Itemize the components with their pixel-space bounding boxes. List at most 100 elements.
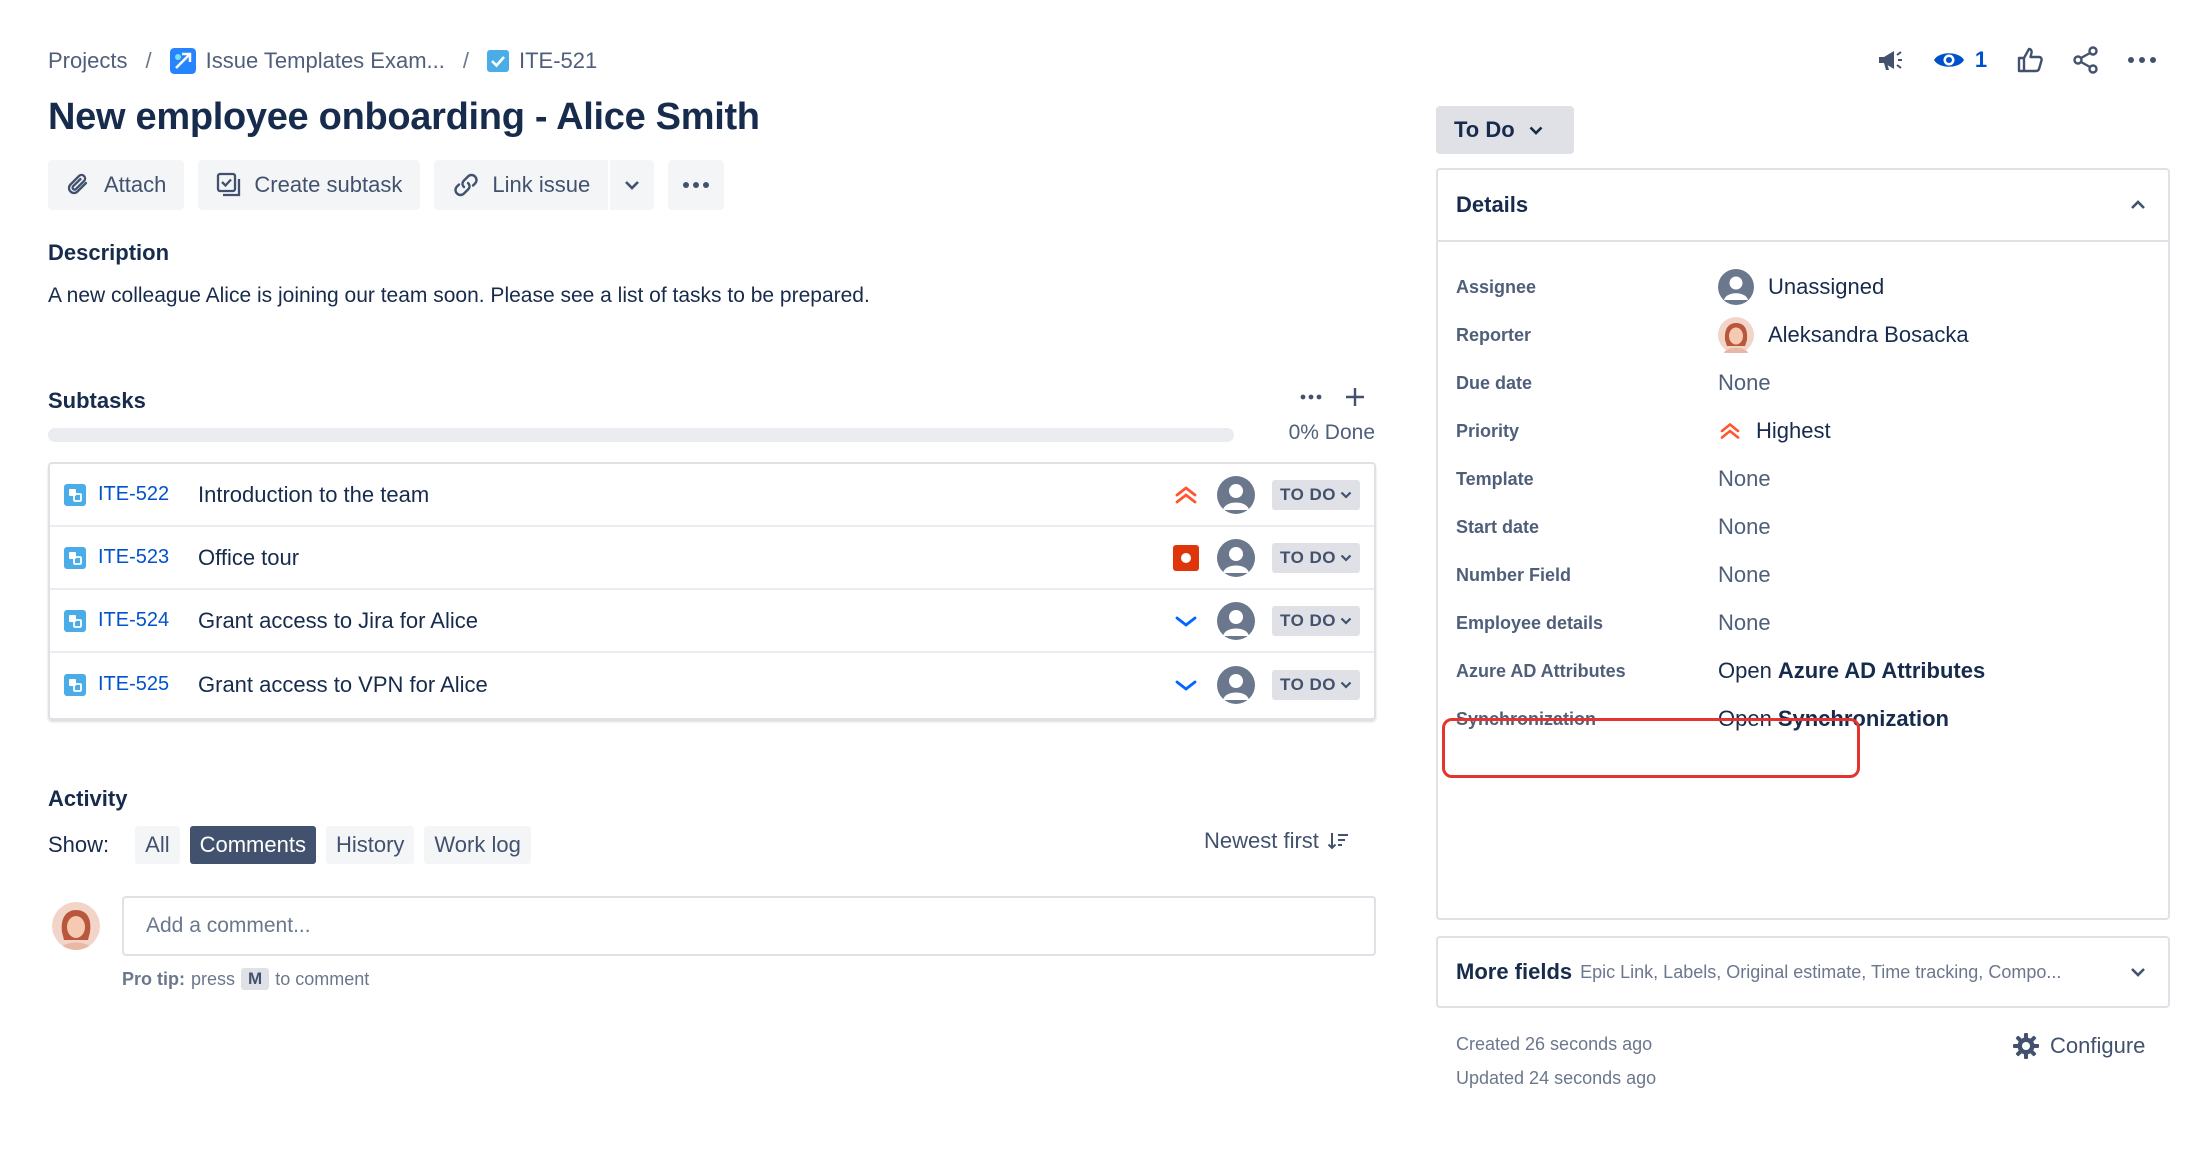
field-label: Start date — [1456, 516, 1540, 537]
number-field-value[interactable]: None — [1718, 562, 1771, 588]
status-label: TO DO — [1280, 610, 1337, 630]
subtask-status[interactable]: TO DO — [1272, 542, 1361, 573]
breadcrumb-separator: / — [145, 48, 152, 73]
feedback-button[interactable] — [1862, 40, 1918, 80]
subtask-row[interactable]: ITE-525 Grant access to VPN for Alice TO… — [50, 653, 1374, 716]
subtask-icon — [216, 172, 242, 198]
subtask-summary[interactable]: Office tour — [198, 545, 299, 571]
more-actions-button[interactable] — [2114, 40, 2170, 80]
assignee-value[interactable]: Unassigned — [1718, 269, 1884, 305]
subtask-summary[interactable]: Grant access to Jira for Alice — [198, 608, 478, 634]
issue-title[interactable]: New employee onboarding - Alice Smith — [48, 96, 760, 139]
activity-heading: Activity — [48, 786, 128, 811]
link-icon — [452, 171, 480, 199]
toolbar-more-button[interactable] — [668, 160, 725, 210]
filter-history[interactable]: History — [325, 826, 415, 864]
priority-value[interactable]: Highest — [1718, 418, 1831, 444]
status-label: TO DO — [1280, 547, 1337, 567]
due-date-value[interactable]: None — [1718, 370, 1771, 396]
chevron-down-icon — [1340, 681, 1352, 689]
pro-tip-key: M — [241, 968, 270, 990]
breadcrumb-project[interactable]: Issue Templates Exam... — [169, 48, 445, 74]
thumbs-up-icon — [2016, 46, 2044, 74]
create-subtask-button[interactable]: Create subtask — [198, 160, 421, 210]
subtask-row[interactable]: ITE-523 Office tour TO DO — [50, 527, 1374, 590]
vote-button[interactable] — [2002, 40, 2058, 80]
field-label: Employee details — [1456, 612, 1604, 633]
watch-button[interactable]: 1 — [1918, 40, 2002, 80]
share-icon — [2072, 46, 2100, 74]
breadcrumb-projects[interactable]: Projects — [48, 48, 127, 74]
subtask-key[interactable]: ITE-522 — [98, 483, 169, 506]
more-fields-panel[interactable]: More fields Epic Link, Labels, Original … — [1436, 936, 2170, 1008]
subtask-row[interactable]: ITE-522 Introduction to the team TO DO — [50, 464, 1374, 527]
blocker-priority-icon — [1172, 544, 1200, 572]
subtask-summary[interactable]: Introduction to the team — [198, 482, 429, 508]
filter-all[interactable]: All — [135, 826, 180, 864]
sort-label: Newest first — [1204, 828, 1319, 853]
created-timestamp: Created 26 seconds ago — [1456, 1034, 1653, 1054]
updated-timestamp: Updated 24 seconds ago — [1456, 1068, 1657, 1088]
subtask-status[interactable]: TO DO — [1272, 479, 1361, 510]
chevron-up-icon[interactable] — [2130, 200, 2146, 210]
subtask-key[interactable]: ITE-525 — [98, 673, 169, 696]
breadcrumb: Projects / Issue Templates Exam... / ITE… — [48, 44, 597, 78]
link-issue-split: Link issue — [434, 160, 655, 210]
configure-button[interactable]: Configure — [2012, 1032, 2145, 1060]
filter-comments[interactable]: Comments — [189, 826, 316, 864]
pro-tip-press: press — [191, 968, 236, 989]
issue-actions: 1 — [1862, 40, 2170, 80]
start-date-value[interactable]: None — [1718, 514, 1771, 540]
subtask-type-icon — [64, 546, 86, 569]
filter-work-log[interactable]: Work log — [424, 826, 531, 864]
link-issue-dropdown[interactable] — [608, 160, 655, 210]
pro-tip: Pro tip: press M to comment — [122, 968, 369, 990]
watchers-count: 1 — [1974, 47, 1988, 72]
description-text[interactable]: A new colleague Alice is joining our tea… — [48, 284, 870, 308]
subtasks-heading: Subtasks — [48, 388, 146, 413]
megaphone-icon — [1875, 45, 1905, 75]
breadcrumb-project-label: Issue Templates Exam... — [205, 48, 445, 73]
assignee-avatar[interactable] — [1217, 665, 1255, 704]
unassigned-avatar-icon — [1718, 269, 1754, 305]
priority-name: Highest — [1756, 418, 1831, 443]
reporter-name: Aleksandra Bosacka — [1768, 322, 1969, 347]
template-value[interactable]: None — [1718, 466, 1771, 492]
details-heading: Details — [1456, 192, 1529, 217]
pro-tip-suffix: to comment — [275, 968, 370, 989]
chevron-down-icon — [2130, 967, 2146, 977]
subtask-summary[interactable]: Grant access to VPN for Alice — [198, 672, 488, 698]
sort-order-button[interactable]: Newest first — [1204, 828, 1349, 854]
assignee-avatar[interactable] — [1217, 538, 1255, 577]
azure-ad-link[interactable]: Open Azure AD Attributes — [1718, 658, 1985, 684]
more-horizontal-icon — [2127, 56, 2157, 64]
subtask-status[interactable]: TO DO — [1272, 669, 1361, 700]
details-header[interactable]: Details — [1438, 170, 2168, 242]
project-icon — [169, 48, 196, 74]
assignee-avatar[interactable] — [1217, 601, 1255, 640]
highest-priority-icon — [1718, 421, 1742, 441]
subtask-key[interactable]: ITE-524 — [98, 609, 169, 632]
configure-label: Configure — [2050, 1033, 2146, 1058]
subtask-key[interactable]: ITE-523 — [98, 546, 169, 569]
subtask-status[interactable]: TO DO — [1272, 605, 1361, 636]
chevron-down-icon — [1340, 554, 1352, 562]
link-issue-button[interactable]: Link issue — [434, 160, 609, 210]
status-transition-button[interactable]: To Do — [1436, 106, 1574, 154]
chevron-down-icon — [1340, 491, 1352, 499]
assignee-avatar[interactable] — [1217, 475, 1255, 514]
comment-input[interactable]: Add a comment... — [122, 896, 1376, 956]
field-label: Due date — [1456, 372, 1533, 393]
employee-details-value[interactable]: None — [1718, 610, 1771, 636]
field-label: Template — [1456, 468, 1534, 489]
reporter-value[interactable]: Aleksandra Bosacka — [1718, 317, 1969, 353]
add-subtask-button[interactable] — [1344, 386, 1366, 408]
more-horizontal-icon — [682, 181, 710, 189]
attach-button[interactable]: Attach — [48, 160, 185, 210]
task-checkbox-icon — [486, 50, 509, 72]
subtask-row[interactable]: ITE-524 Grant access to Jira for Alice T… — [50, 590, 1374, 653]
breadcrumb-issue[interactable]: ITE-521 — [486, 48, 597, 74]
share-button[interactable] — [2058, 40, 2114, 80]
subtasks-more-button[interactable] — [1300, 394, 1322, 400]
chevron-down-icon — [1340, 617, 1352, 625]
